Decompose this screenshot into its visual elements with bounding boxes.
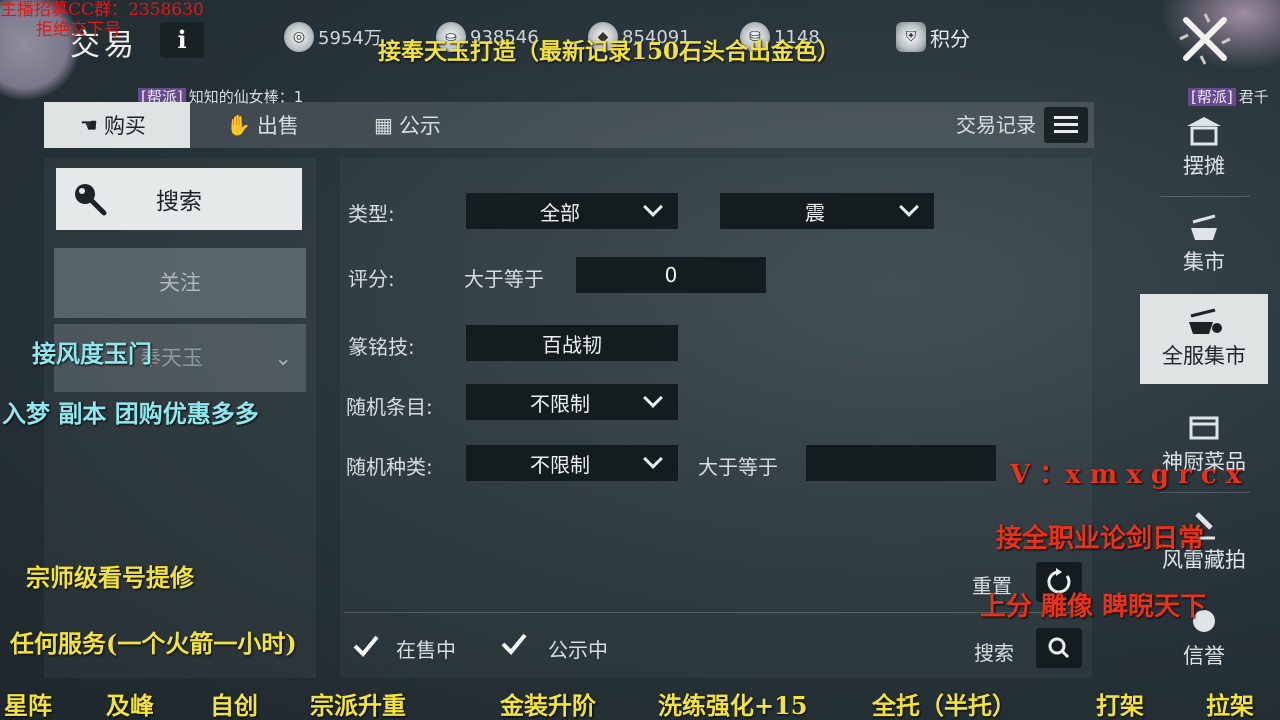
- tab-notice[interactable]: ▦ 公示: [374, 102, 504, 148]
- close-icon[interactable]: [1176, 10, 1234, 68]
- trade-record-link[interactable]: 交易记录: [956, 102, 1036, 148]
- overlay-streamer-text: 主播招募CC群：2358630 拒绝交下号: [0, 0, 204, 40]
- bottom-item: 拉架: [1206, 691, 1254, 720]
- type-label: 类型:: [348, 202, 395, 226]
- random-type-operator: 大于等于: [698, 455, 778, 479]
- score-input[interactable]: 0: [576, 257, 766, 293]
- bottom-item: 宗派升重: [310, 691, 406, 720]
- magnifier-icon: [75, 184, 107, 216]
- currency-coin: ◎ 5954万: [284, 22, 382, 52]
- overlay-cyan-2: 入梦 副本 团购优惠多多: [2, 399, 259, 428]
- on-notice-checkbox[interactable]: [500, 630, 528, 658]
- random-entries-dropdown[interactable]: 不限制: [466, 384, 678, 420]
- bottom-item: 洗练强化+15: [658, 691, 808, 720]
- overlay-cyan-1: 接风度玉门: [32, 339, 152, 368]
- chevron-down-icon: [643, 388, 663, 408]
- chevron-down-icon: [643, 197, 663, 217]
- overlay-banner: 接奉天玉打造（最新记录150石头合出金色）: [378, 38, 841, 65]
- bottom-item: 自创: [210, 691, 258, 720]
- currency-points: ⛨ 积分: [896, 22, 970, 52]
- score-label: 评分:: [348, 267, 395, 291]
- tab-sell[interactable]: ✋ 出售: [226, 102, 356, 148]
- on-sale-checkbox[interactable]: [352, 632, 380, 660]
- overlay-yellow-1: 宗师级看号提修: [26, 563, 194, 592]
- bottom-item: 及峰: [106, 691, 154, 720]
- type-dropdown[interactable]: 全部: [466, 193, 678, 229]
- bottom-item: 金装升阶: [500, 691, 596, 720]
- market-icon: [1191, 214, 1217, 240]
- rightnav-item-server-market[interactable]: 全服集市: [1140, 294, 1268, 384]
- currency-value: 5954万: [318, 28, 382, 49]
- bottom-item: 星阵: [4, 691, 52, 720]
- random-type-dropdown[interactable]: 不限制: [466, 445, 678, 481]
- bottom-item: 全托（半托）: [872, 691, 1016, 720]
- score-operator: 大于等于: [464, 267, 544, 291]
- type-sub-dropdown[interactable]: 震: [720, 193, 934, 229]
- sell-icon: ✋: [226, 113, 251, 137]
- coin-icon: ◎: [284, 22, 314, 52]
- random-type-label: 随机种类:: [346, 455, 433, 479]
- currency-value: 积分: [930, 26, 970, 51]
- inscription-select[interactable]: 百战韧: [466, 325, 678, 361]
- stall-icon: [1187, 117, 1221, 146]
- shield-points-icon: ⛨: [896, 22, 926, 52]
- search-button[interactable]: 搜索: [56, 168, 302, 230]
- search-button-label: 搜索: [156, 189, 202, 215]
- random-type-input[interactable]: [806, 445, 996, 481]
- follow-button[interactable]: 关注: [54, 248, 306, 318]
- notice-icon: ▦: [374, 113, 393, 137]
- overlay-red-1: V ：x m x g r c x: [1010, 460, 1242, 490]
- chevron-down-icon: [643, 449, 663, 469]
- tab-bar: ☚ 购买 ✋ 出售 ▦ 公示 交易记录: [44, 102, 1094, 148]
- server-market-icon: [1189, 308, 1222, 334]
- chevron-down-icon: ⌄: [274, 346, 292, 370]
- tab-buy[interactable]: ☚ 购买: [44, 102, 190, 148]
- overlay-yellow-2: 任何服务(一个火箭一小时): [10, 629, 297, 658]
- random-entries-label: 随机条目:: [346, 395, 433, 419]
- on-notice-label: 公示中: [548, 638, 608, 662]
- filter-divider: [344, 612, 1080, 613]
- search-label: 搜索: [974, 641, 1014, 665]
- rightnav-item-market[interactable]: 集市: [1140, 200, 1268, 290]
- search-small-button[interactable]: [1036, 628, 1082, 668]
- overlay-red-2: 接全职业论剑日常: [996, 524, 1205, 554]
- list-icon[interactable]: [1044, 107, 1088, 143]
- overlay-bottom-strip: 星阵 及峰 自创 宗派升重 金装升阶 洗练强化+15 全托（半托） 打架 拉架: [0, 684, 1280, 720]
- overlay-red-3: 上分 雕像 睥睨天下: [980, 592, 1207, 622]
- rightnav-item-stall[interactable]: 摆摊: [1140, 104, 1268, 194]
- bottom-item: 打架: [1096, 691, 1144, 720]
- on-sale-label: 在售中: [396, 638, 456, 662]
- inscription-label: 篆铭技:: [348, 335, 415, 359]
- chevron-down-icon: [899, 197, 919, 217]
- chef-dish-icon: [1189, 416, 1219, 440]
- buy-icon: ☚: [80, 113, 98, 137]
- search-icon: [1048, 637, 1070, 659]
